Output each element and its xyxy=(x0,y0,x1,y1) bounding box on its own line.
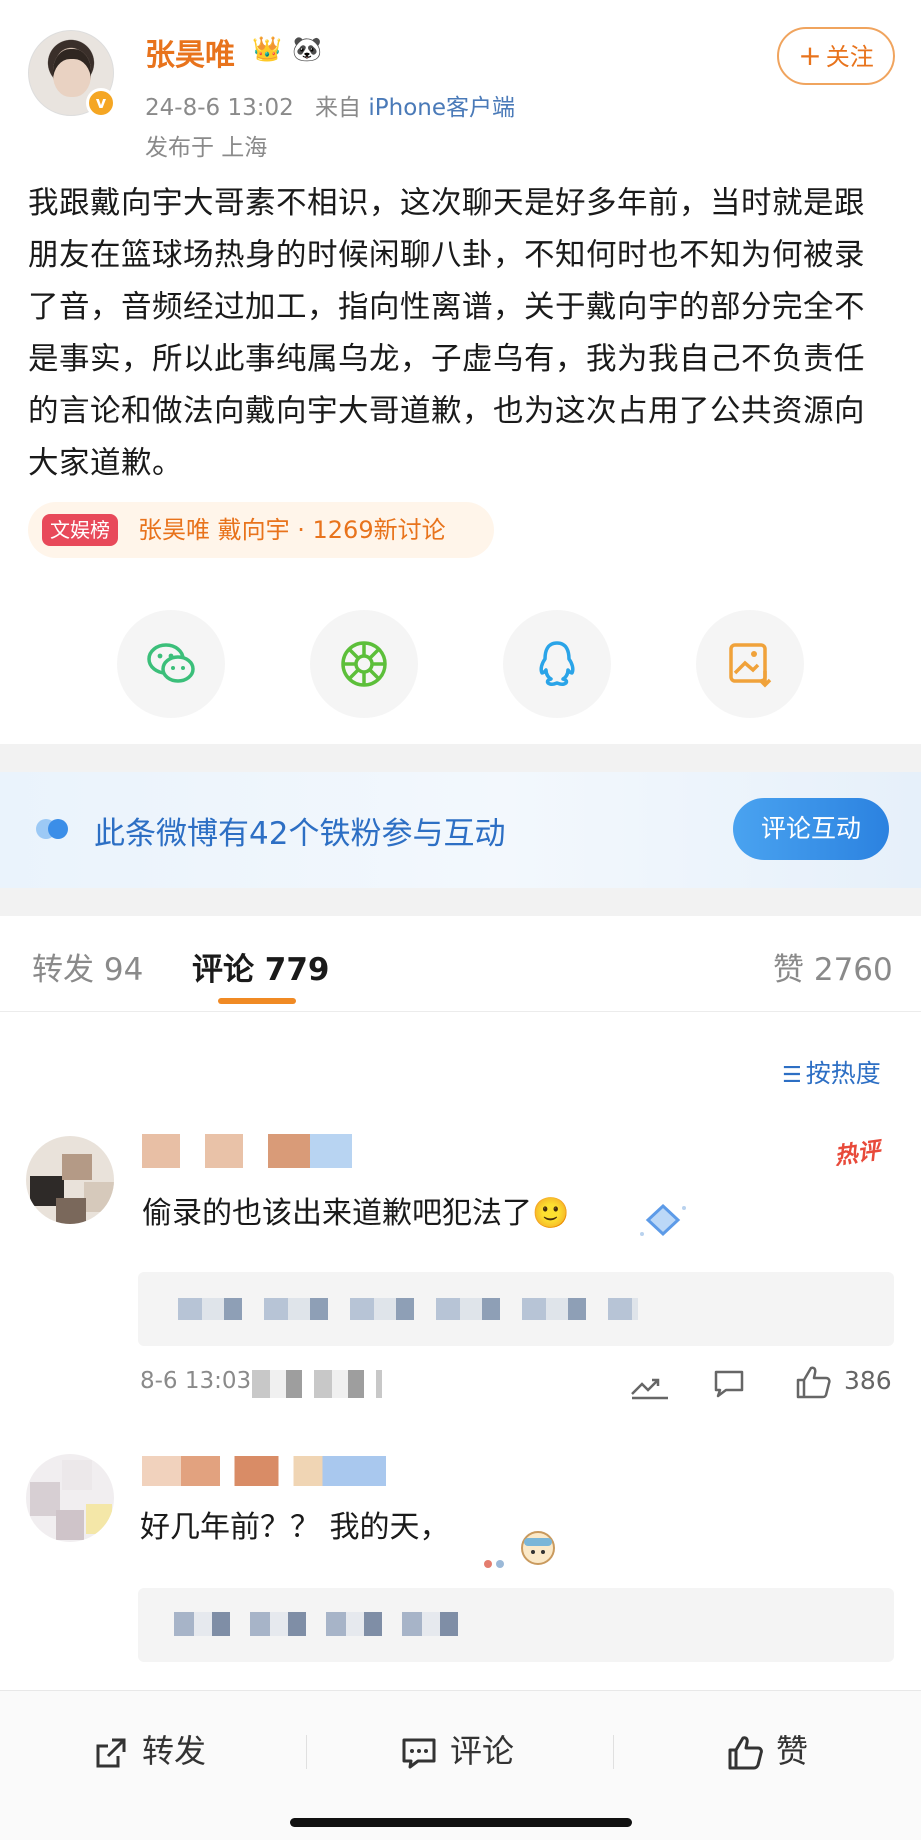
post-meta: 24-8-6 13:02 来自 iPhone客户端 xyxy=(145,88,515,122)
like-icon[interactable] xyxy=(794,1364,832,1404)
sort-label: 按热度 xyxy=(805,1059,881,1088)
bar-separator xyxy=(613,1735,614,1769)
panda-icon[interactable]: 🐼 xyxy=(290,34,324,64)
share-qq-button[interactable] xyxy=(503,610,611,718)
bar-separator xyxy=(306,1735,307,1769)
share-wechat-button[interactable] xyxy=(117,610,225,718)
sort-icon: ☰ xyxy=(782,1063,802,1088)
comment-sticker-icon xyxy=(478,1524,558,1574)
author-name[interactable]: 张昊唯 xyxy=(145,30,235,74)
verified-badge-icon: v xyxy=(86,88,116,118)
wechat-icon xyxy=(147,643,195,683)
comment-text: 好几年前？？ 我的天， xyxy=(140,1510,450,1545)
section-divider xyxy=(0,888,921,916)
fans-icon xyxy=(36,819,68,839)
sort-button[interactable]: ☰ 按热度 xyxy=(782,1054,881,1090)
save-image-icon xyxy=(729,643,772,688)
bottom-like-button[interactable]: 赞 xyxy=(726,1729,808,1773)
fans-banner[interactable]: 此条微博有42个铁粉参与互动 评论互动 xyxy=(0,772,921,888)
post-time: 24-8-6 13:02 xyxy=(145,95,294,121)
share-moments-button[interactable] xyxy=(310,610,418,718)
comment-avatar[interactable] xyxy=(26,1454,114,1542)
bottom-comment-label: 评论 xyxy=(450,1732,515,1770)
thumbs-up-icon xyxy=(728,1736,763,1770)
comment-interact-button[interactable]: 评论互动 xyxy=(733,798,889,860)
topic-pill[interactable]: 文娱榜 张昊唯 戴向宇 · 1269新讨论 xyxy=(28,502,494,558)
active-tab-indicator xyxy=(218,998,296,1004)
post-content: 我跟戴向宇大哥素不相识，这次聊天是好多年前，当时就是跟朋友在篮球场热身的时候闲聊… xyxy=(28,186,865,481)
post-source[interactable]: iPhone客户端 xyxy=(368,95,515,121)
topic-text: 张昊唯 戴向宇 · 1269新讨论 xyxy=(138,516,446,544)
post-location: 发布于 上海 xyxy=(145,135,268,161)
follow-label: 关注 xyxy=(825,43,874,71)
fans-text: 此条微博有42个铁粉参与互动 xyxy=(94,816,506,852)
plus-icon: + xyxy=(798,39,822,72)
reply-icon[interactable] xyxy=(712,1368,746,1404)
comment-text: 偷录的也该出来道歉吧犯法了🙂 xyxy=(142,1196,570,1231)
save-image-button[interactable] xyxy=(696,610,804,718)
comment-time: 8-6 13:03 xyxy=(140,1368,252,1394)
source-prefix: 来自 xyxy=(315,95,362,121)
comment-icon xyxy=(402,1738,436,1769)
hot-comment-badge: 热评 xyxy=(832,1137,883,1171)
bottom-repost-button[interactable]: 转发 xyxy=(92,1729,206,1773)
tabs: 转发 94 评论 779 赞 2760 xyxy=(0,916,921,1012)
home-indicator xyxy=(290,1818,632,1827)
topic-tag: 文娱榜 xyxy=(42,514,118,546)
repost-icon[interactable] xyxy=(628,1368,672,1404)
commenter-name-redacted[interactable] xyxy=(142,1134,352,1168)
tab-like[interactable]: 赞 2760 xyxy=(773,944,893,989)
qq-icon xyxy=(539,641,575,687)
bottom-repost-label: 转发 xyxy=(142,1732,207,1770)
follow-button[interactable]: + 关注 xyxy=(777,27,895,85)
tab-comment[interactable]: 评论 779 xyxy=(192,944,330,989)
like-count: 386 xyxy=(844,1366,892,1395)
share-out-icon xyxy=(96,1738,126,1768)
post-header: v 张昊唯 👑 🐼 24-8-6 13:02 来自 iPhone客户端 发布于 … xyxy=(0,0,921,170)
section-divider xyxy=(0,744,921,772)
crown-icon[interactable]: 👑 xyxy=(250,34,284,64)
tab-repost[interactable]: 转发 94 xyxy=(32,944,143,989)
reply-preview-redacted[interactable] xyxy=(138,1588,894,1662)
bottom-like-label: 赞 xyxy=(776,1732,809,1770)
moments-icon xyxy=(341,641,387,687)
comment-sticker-icon xyxy=(636,1200,690,1240)
reply-preview-redacted[interactable] xyxy=(138,1272,894,1346)
comment-source-redacted xyxy=(252,1370,382,1398)
comment-avatar[interactable] xyxy=(26,1136,114,1224)
commenter-name-redacted[interactable] xyxy=(142,1456,386,1486)
bottom-comment-button[interactable]: 评论 xyxy=(400,1729,514,1773)
